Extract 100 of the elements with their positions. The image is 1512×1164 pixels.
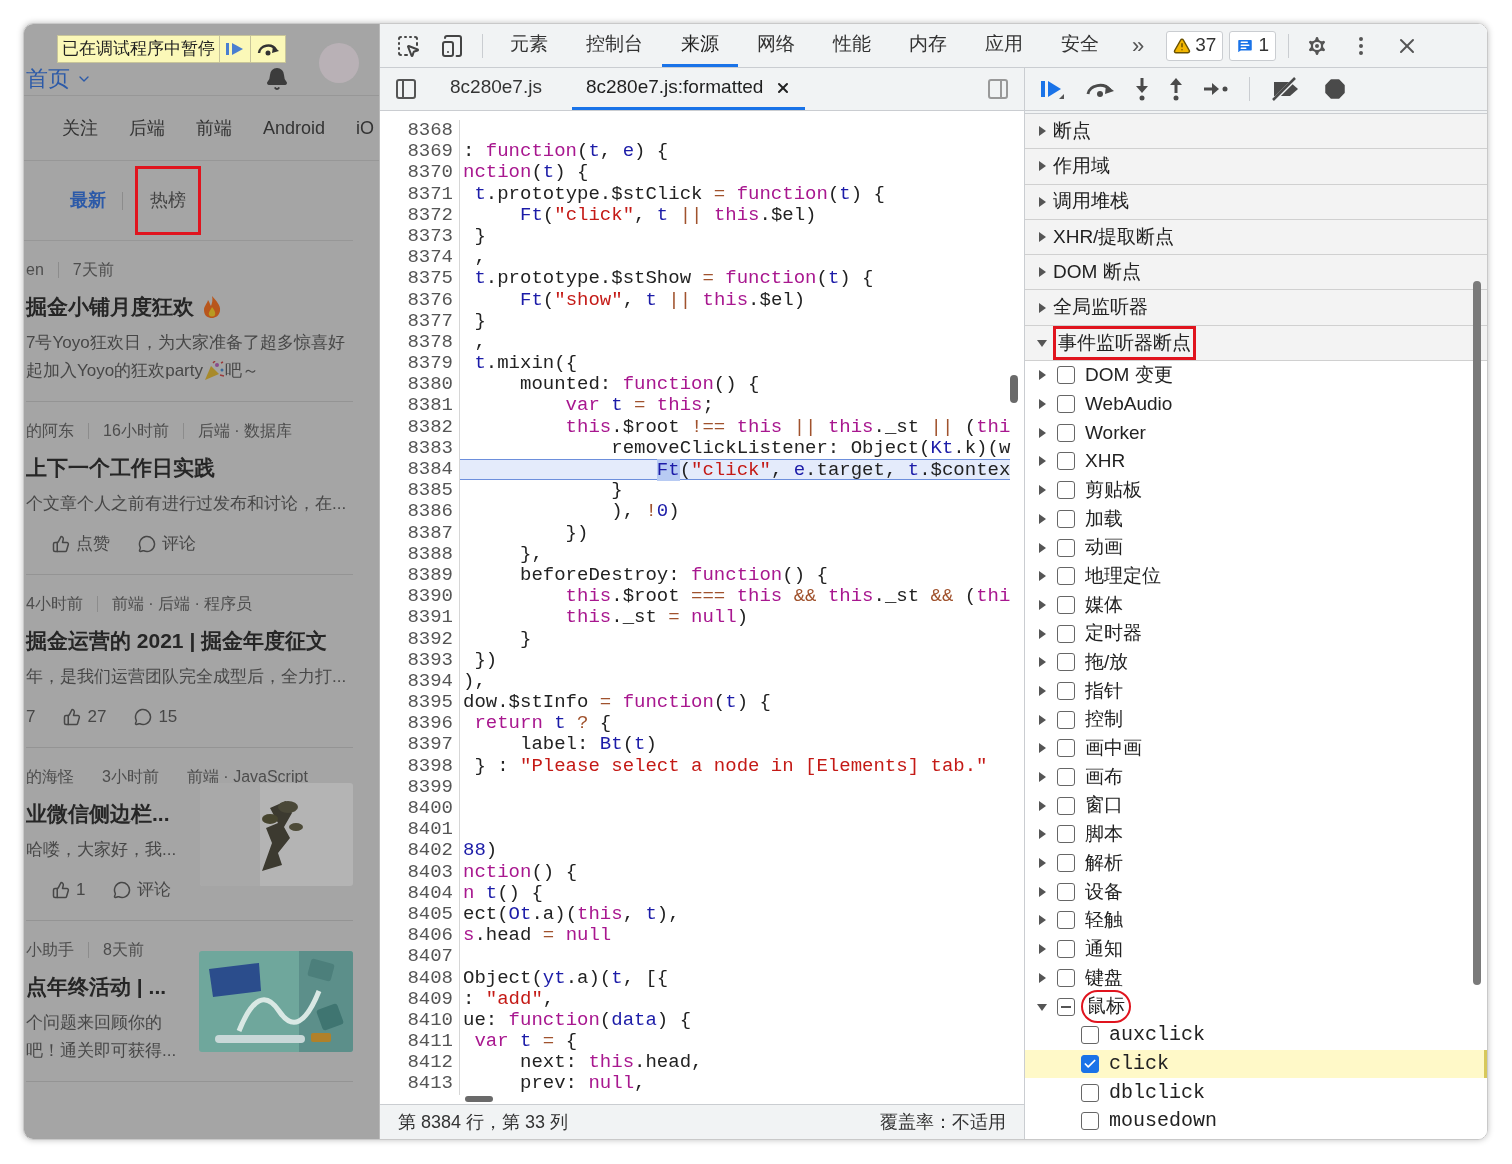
event-category-label[interactable]: 键盘: [1085, 963, 1123, 993]
sidebar-section-header[interactable]: 断点: [1025, 114, 1487, 150]
article-title[interactable]: 掘金运营的 2021 | 掘金年度征文: [26, 625, 328, 657]
checkbox[interactable]: [1057, 366, 1075, 385]
event-row[interactable]: auxclick: [1025, 1020, 1487, 1050]
collapsed-arrow-icon[interactable]: [1037, 427, 1047, 438]
collapsed-arrow-icon[interactable]: [1037, 456, 1047, 467]
nav-link[interactable]: iO: [356, 114, 375, 142]
event-category-label[interactable]: XHR: [1085, 447, 1126, 476]
checkbox[interactable]: [1057, 567, 1075, 586]
warnings-badge[interactable]: 37: [1166, 30, 1224, 61]
file-tab[interactable]: 8c280e7.js: [436, 68, 556, 110]
collapsed-arrow-icon[interactable]: [1037, 599, 1047, 610]
step-icon[interactable]: [1203, 82, 1229, 96]
feed-tab[interactable]: 热榜: [135, 166, 201, 235]
sidebar-section-header[interactable]: 调用堆栈: [1025, 184, 1487, 220]
collapsed-arrow-icon[interactable]: [1037, 944, 1047, 955]
checkbox[interactable]: [1057, 825, 1075, 844]
sidebar-section-header[interactable]: DOM 断点: [1025, 255, 1487, 291]
event-category-label[interactable]: 动画: [1085, 533, 1123, 562]
collapsed-arrow-icon[interactable]: [1037, 542, 1047, 553]
event-category-label[interactable]: 定时器: [1085, 619, 1142, 648]
collapsed-arrow-icon[interactable]: [1037, 686, 1047, 696]
article-title[interactable]: 上下一个工作日实践: [26, 452, 215, 484]
event-category-label[interactable]: WebAudio: [1085, 389, 1173, 419]
collapsed-arrow-icon[interactable]: [1037, 399, 1047, 410]
collapsed-arrow-icon[interactable]: [1037, 657, 1047, 668]
collapsed-arrow-icon[interactable]: [1037, 571, 1047, 582]
collapsed-arrow-icon[interactable]: [1037, 302, 1047, 313]
checkbox[interactable]: [1057, 452, 1075, 471]
checkbox[interactable]: [1057, 940, 1075, 959]
collapsed-arrow-icon[interactable]: [1037, 628, 1047, 639]
event-category-label[interactable]: 鼠标: [1081, 990, 1131, 1023]
event-category-label[interactable]: 加载: [1085, 504, 1123, 534]
event-category-label[interactable]: 指针: [1085, 676, 1123, 706]
checkbox[interactable]: [1057, 395, 1075, 414]
event-category-label[interactable]: 控制: [1085, 705, 1123, 734]
event-category-label[interactable]: 通知: [1085, 934, 1123, 964]
bell-icon[interactable]: [265, 67, 289, 91]
collapsed-arrow-icon[interactable]: [1037, 829, 1047, 840]
event-row[interactable]: dblclick: [1025, 1078, 1487, 1107]
article-stat[interactable]: 点赞: [76, 531, 110, 557]
panel-tab[interactable]: 应用: [966, 24, 1042, 67]
event-category-label[interactable]: 剪贴板: [1085, 475, 1142, 505]
panel-tab[interactable]: 性能: [814, 24, 890, 67]
event-category-label[interactable]: DOM 变更: [1085, 361, 1173, 390]
event-row[interactable]: mousedown: [1025, 1106, 1487, 1136]
event-category-label[interactable]: 窗口: [1085, 791, 1123, 820]
checkbox[interactable]: [1057, 595, 1075, 614]
nav-link[interactable]: 关注: [62, 114, 98, 142]
collapsed-arrow-icon[interactable]: [1037, 743, 1047, 754]
article-title[interactable]: 掘金小铺月度狂欢: [26, 291, 194, 323]
debugger-toggle-icon[interactable]: [986, 77, 1010, 101]
checkbox[interactable]: [1057, 768, 1075, 787]
checkbox[interactable]: [1057, 997, 1075, 1016]
checkbox[interactable]: [1081, 1026, 1099, 1045]
collapsed-arrow-icon[interactable]: [1037, 370, 1047, 381]
collapsed-arrow-icon[interactable]: [1037, 161, 1047, 172]
article-title[interactable]: 业微信侧边栏...: [26, 798, 170, 830]
panel-tab[interactable]: 内存: [890, 24, 966, 67]
messages-badge[interactable]: 1: [1229, 30, 1276, 61]
event-category-label[interactable]: 轻触: [1085, 906, 1123, 935]
expanded-arrow-icon[interactable]: [1037, 1001, 1047, 1012]
scrollbar-thumb[interactable]: [1473, 281, 1481, 985]
checkbox[interactable]: [1081, 1054, 1099, 1073]
nav-link[interactable]: 后端: [129, 114, 165, 142]
panel-tab[interactable]: 元素: [491, 24, 567, 67]
collapsed-arrow-icon[interactable]: [1037, 915, 1047, 926]
sidebar-section-header[interactable]: 作用域: [1025, 149, 1487, 185]
article-stat[interactable]: 评论: [162, 531, 196, 557]
scrollbar-thumb[interactable]: [1010, 375, 1018, 403]
event-row[interactable]: click: [1025, 1049, 1487, 1079]
checkbox[interactable]: [1057, 882, 1075, 901]
resume-icon[interactable]: [1039, 78, 1065, 100]
event-category-label[interactable]: 地理定位: [1085, 562, 1161, 591]
article-stat[interactable]: 27: [87, 704, 107, 730]
checkbox[interactable]: [1057, 739, 1075, 758]
collapsed-arrow-icon[interactable]: [1037, 232, 1047, 243]
checkbox[interactable]: [1081, 1112, 1099, 1131]
nav-link[interactable]: Android: [263, 114, 326, 142]
device-toolbar-icon[interactable]: [440, 33, 464, 58]
event-category-label[interactable]: 画布: [1085, 762, 1123, 792]
sidebar-section-header[interactable]: 全局监听器: [1025, 290, 1487, 326]
checkbox[interactable]: [1057, 968, 1075, 987]
checkbox[interactable]: [1057, 509, 1075, 528]
checkbox[interactable]: [1057, 653, 1075, 672]
expanded-arrow-icon[interactable]: [1037, 337, 1047, 348]
article-title[interactable]: 点年终活动 | ...: [26, 971, 167, 1003]
inspect-icon[interactable]: [396, 33, 420, 58]
sidebar-section-header[interactable]: XHR/提取断点: [1025, 219, 1487, 256]
collapsed-arrow-icon[interactable]: [1037, 972, 1047, 983]
file-tab[interactable]: 8c280e7.js:formatted: [571, 68, 806, 110]
checkbox[interactable]: [1057, 481, 1075, 500]
checkbox[interactable]: [1057, 796, 1075, 815]
checkbox[interactable]: [1057, 538, 1075, 557]
collapsed-arrow-icon[interactable]: [1037, 772, 1047, 783]
collapsed-arrow-icon[interactable]: [1037, 267, 1047, 278]
panel-tab[interactable]: 控制台: [567, 24, 662, 67]
checkbox[interactable]: [1057, 911, 1075, 930]
pause-on-exceptions-icon[interactable]: [1322, 76, 1348, 102]
